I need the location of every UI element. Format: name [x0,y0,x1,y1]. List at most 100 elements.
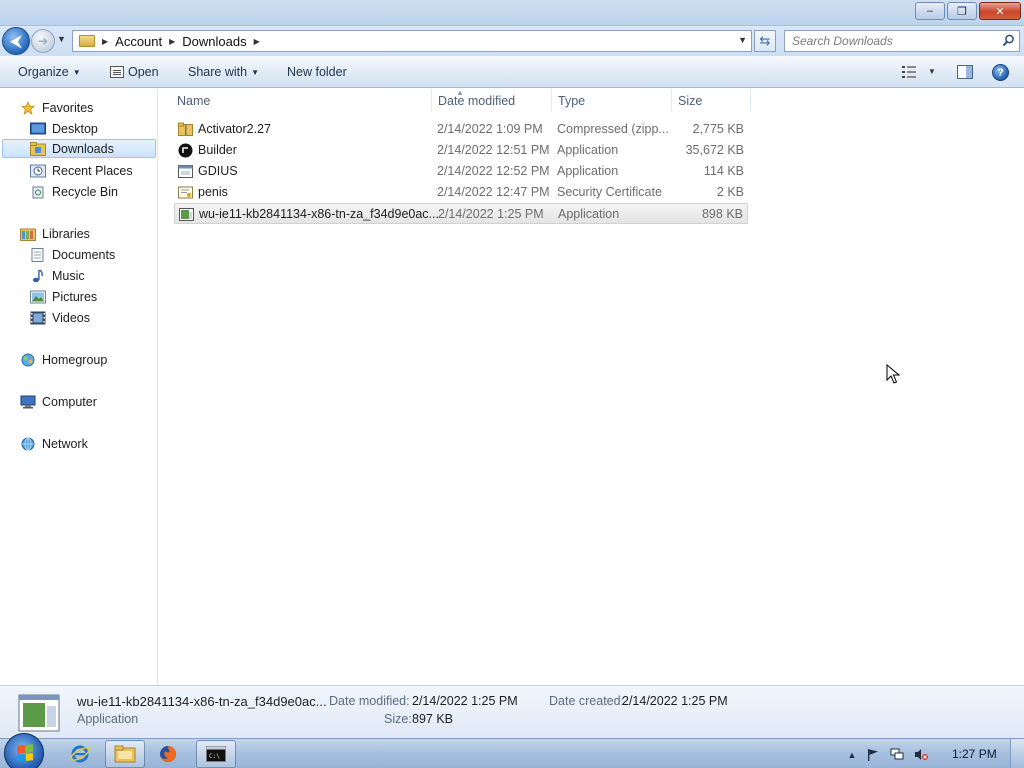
search-icon[interactable] [1002,34,1015,47]
address-bar[interactable]: ▶ Account ▶ Downloads ▶ ▼ [72,30,752,52]
details-modified-value: 2/14/2022 1:25 PM [412,694,518,708]
file-type: Application [557,143,619,157]
nav-music[interactable]: Music [30,266,85,285]
desktop-icon [30,122,46,134]
nav-documents[interactable]: Documents [30,245,115,264]
file-row[interactable]: Builder 2/14/2022 12:51 PM Application 3… [174,140,748,161]
show-desktop-button[interactable] [1010,739,1024,768]
file-date: 2/14/2022 12:52 PM [437,164,550,178]
zip-folder-icon [178,122,193,136]
breadcrumb-downloads[interactable]: Downloads [182,34,246,49]
file-date: 2/14/2022 1:25 PM [438,207,544,221]
nav-homegroup-label: Homegroup [42,352,108,367]
explorer-folder-icon [114,745,136,763]
windows-logo-icon [17,744,33,762]
back-button[interactable]: ⮜ [2,27,30,55]
chevron-right-icon[interactable]: ▶ [254,37,260,46]
restore-button[interactable]: ❐ [947,2,977,20]
views-dropdown-icon[interactable]: ▼ [928,67,936,76]
history-dropdown-icon[interactable]: ▼ [57,34,66,44]
file-date: 2/14/2022 12:51 PM [437,143,550,157]
file-type: Application [558,207,620,221]
column-divider[interactable] [671,89,672,111]
taskbar: C:\ ▲ 1:27 PM [0,733,1024,768]
nav-libraries[interactable]: Libraries [20,224,90,243]
open-button[interactable]: Open [110,65,159,79]
nav-recycle-bin[interactable]: Recycle Bin [30,182,118,201]
refresh-icon: ⇆ [759,33,771,48]
chevron-down-icon: ▼ [251,67,259,77]
taskbar-explorer[interactable] [105,740,145,768]
nav-pictures[interactable]: Pictures [30,287,97,306]
nav-recent-places[interactable]: Recent Places [30,161,133,180]
taskbar-clock[interactable]: 1:27 PM [952,747,997,761]
details-created-value: 2/14/2022 1:25 PM [622,694,728,708]
nav-recycle-bin-label: Recycle Bin [52,184,118,199]
volume-muted-icon[interactable] [914,748,928,761]
file-row[interactable]: penis 2/14/2022 12:47 PM Security Certif… [174,182,748,203]
documents-icon [31,247,44,262]
file-row[interactable]: GDIUS 2/14/2022 12:52 PM Application 114… [174,161,748,182]
start-button[interactable] [4,733,44,768]
details-filetype: Application [77,712,139,726]
column-divider[interactable] [431,89,432,111]
details-created-label: Date created: [549,694,625,708]
file-type: Security Certificate [557,185,662,199]
action-center-flag-icon[interactable] [866,748,880,761]
command-bar: Organize ▼ Open Share with ▼ New folder … [0,56,1024,88]
column-name[interactable]: Name [177,94,210,108]
refresh-button[interactable]: ⇆ [754,30,776,52]
file-date: 2/14/2022 12:47 PM [437,185,550,199]
chevron-down-icon: ▼ [72,67,81,77]
nav-homegroup[interactable]: Homegroup [20,350,107,369]
file-size: 114 KB [703,164,744,178]
column-date-modified[interactable]: Date modified [438,94,515,108]
taskbar-firefox[interactable] [148,740,188,768]
forward-arrow-icon: ➔ [37,34,49,48]
share-with-button[interactable]: Share with ▼ [188,65,259,79]
nav-desktop-label: Desktop [52,121,98,136]
views-icon[interactable] [902,66,916,78]
file-name: Activator2.27 [198,122,271,136]
file-name: penis [198,185,228,199]
forward-button[interactable]: ➔ [31,29,55,53]
nav-favorites[interactable]: Favorites [20,98,93,117]
nav-desktop[interactable]: Desktop [30,119,98,138]
libraries-icon [20,228,36,241]
file-size: 2,775 KB [692,122,744,136]
column-divider[interactable] [750,89,751,111]
taskbar-command-prompt[interactable]: C:\ [196,740,236,768]
nav-downloads[interactable]: Downloads [2,139,156,158]
column-type[interactable]: Type [558,94,585,108]
firefox-icon [160,746,176,762]
file-row[interactable]: Activator2.27 2/14/2022 1:09 PM Compress… [174,119,748,140]
close-button[interactable]: ✕ [979,2,1021,20]
navigation-pane: Favorites Desktop Downloads Recent Place… [0,89,158,685]
chevron-right-icon[interactable]: ▶ [169,37,175,46]
help-icon[interactable]: ? [992,64,1009,81]
minimize-button[interactable]: – [915,2,945,20]
column-size[interactable]: Size [678,94,702,108]
breadcrumb-account[interactable]: Account [115,34,162,49]
videos-icon [30,311,46,324]
nav-network[interactable]: Network [20,434,88,453]
search-box[interactable] [784,30,1020,52]
network-tray-icon[interactable] [890,748,904,761]
taskbar-internet-explorer[interactable] [60,740,100,768]
title-bar: – ❐ ✕ [0,0,1024,26]
search-input[interactable] [792,34,992,48]
new-folder-button[interactable]: New folder [287,65,347,79]
nav-videos[interactable]: Videos [30,308,90,327]
organize-button[interactable]: Organize ▼ [18,65,81,79]
chevron-right-icon[interactable]: ▶ [102,37,108,46]
preview-pane-icon[interactable] [957,65,973,79]
column-divider[interactable] [551,89,552,111]
installer-large-icon [18,694,60,732]
nav-computer[interactable]: Computer [20,392,97,411]
address-dropdown-icon[interactable]: ▼ [738,35,747,45]
nav-libraries-label: Libraries [42,226,90,241]
nav-recent-places-label: Recent Places [52,163,133,178]
file-row[interactable]: wu-ie11-kb2841134-x86-tn-za_f34d9e0ac...… [174,203,748,224]
show-hidden-icons-icon[interactable]: ▲ [845,748,859,761]
homegroup-icon [21,353,35,366]
